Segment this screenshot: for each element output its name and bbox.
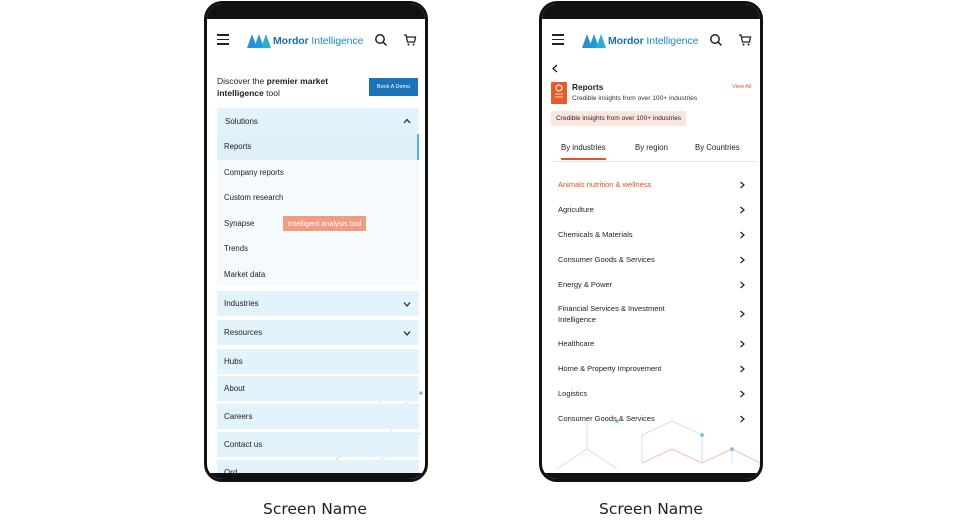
chevron-right-icon bbox=[740, 181, 745, 188]
solutions-panel: Solutions Reports Company reports Custom… bbox=[217, 108, 419, 286]
menu-hubs[interactable]: Hubs bbox=[217, 349, 419, 374]
logo-mark-icon bbox=[582, 34, 606, 48]
industry-label: Energy & Power bbox=[558, 280, 613, 289]
industry-label: Healthcare bbox=[558, 339, 595, 348]
industry-list: Animals nutrition & wellness Agriculture… bbox=[558, 172, 746, 431]
synapse-tooltip: Intelligent analysis tool bbox=[283, 215, 367, 231]
industry-label: Consumer Goods & Services bbox=[558, 414, 655, 423]
solutions-label: Solutions bbox=[225, 116, 258, 126]
book-demo-button[interactable]: Book A Demo bbox=[369, 78, 418, 96]
solutions-header[interactable]: Solutions bbox=[217, 108, 419, 134]
credible-insights-badge: Credible insights from over 100+ industr… bbox=[551, 111, 687, 126]
synapse-label: Synapse bbox=[224, 218, 255, 228]
industry-item[interactable]: Healthcare bbox=[558, 331, 746, 356]
menu-about[interactable]: About bbox=[217, 376, 419, 401]
caption-right-screen: Screen Name bbox=[599, 500, 703, 518]
solutions-item-market-data[interactable]: Market data bbox=[217, 262, 419, 288]
search-icon[interactable] bbox=[709, 33, 723, 47]
chevron-down-icon bbox=[403, 301, 411, 307]
industry-item[interactable]: Animals nutrition & wellness bbox=[558, 172, 746, 197]
tab-by-industries[interactable]: By industries bbox=[561, 143, 606, 160]
app-header: Mordor Intelligence bbox=[207, 28, 425, 54]
report-tabs: By industries By region By Countries bbox=[551, 140, 757, 162]
chevron-right-icon bbox=[740, 415, 745, 422]
chevron-down-icon bbox=[403, 330, 411, 336]
brand-name: Mordor Intelligence bbox=[273, 35, 364, 47]
industry-label: Financial Services & Investment Intellig… bbox=[558, 304, 665, 324]
chevron-right-icon bbox=[740, 390, 745, 397]
solutions-item-reports[interactable]: Reports bbox=[217, 134, 419, 160]
industry-label: Chemicals & Materials bbox=[558, 230, 633, 239]
tab-by-region[interactable]: By region bbox=[635, 143, 668, 152]
brand-logo[interactable]: Mordor Intelligence bbox=[582, 32, 698, 50]
industry-item[interactable]: Logistics bbox=[558, 381, 746, 406]
chevron-right-icon bbox=[740, 281, 745, 288]
solutions-item-company-reports[interactable]: Company reports bbox=[217, 160, 419, 186]
search-icon[interactable] bbox=[374, 33, 388, 47]
status-bar bbox=[207, 4, 425, 19]
industry-item[interactable]: Financial Services & Investment Intellig… bbox=[558, 297, 746, 331]
menu-industries-label: Industries bbox=[224, 299, 259, 308]
home-indicator-bar bbox=[542, 473, 760, 479]
tab-by-countries[interactable]: By Countries bbox=[695, 143, 740, 152]
logo-mark-icon bbox=[247, 34, 271, 48]
discover-text: Discover the premier market intelligence… bbox=[217, 76, 329, 98]
cart-icon[interactable] bbox=[403, 33, 417, 47]
industry-item[interactable]: Consumer Goods & Services bbox=[558, 406, 746, 431]
chevron-up-icon bbox=[403, 118, 411, 124]
industry-item[interactable]: Energy & Power bbox=[558, 272, 746, 297]
cart-icon[interactable] bbox=[738, 33, 752, 47]
solutions-item-custom-research[interactable]: Custom research bbox=[217, 185, 419, 211]
home-indicator-bar bbox=[207, 473, 425, 479]
app-header: Mordor Intelligence bbox=[542, 28, 760, 54]
back-arrow-icon[interactable] bbox=[551, 64, 559, 73]
menu-careers[interactable]: Careers bbox=[217, 404, 419, 429]
chevron-right-icon bbox=[740, 340, 745, 347]
chevron-right-icon bbox=[740, 256, 745, 263]
industry-label: Home & Property Improvement bbox=[558, 364, 662, 373]
chevron-right-icon bbox=[740, 310, 745, 318]
reports-book-icon bbox=[551, 82, 567, 104]
industry-label: Agriculture bbox=[558, 205, 594, 214]
caption-left-screen: Screen Name bbox=[263, 500, 367, 518]
industry-label: Consumer Goods & Services bbox=[558, 255, 655, 264]
industry-item[interactable]: Chemicals & Materials bbox=[558, 222, 746, 247]
chevron-right-icon bbox=[740, 365, 745, 372]
hamburger-menu-icon[interactable] bbox=[552, 34, 564, 45]
industry-item[interactable]: Agriculture bbox=[558, 197, 746, 222]
menu-resources-label: Resources bbox=[224, 328, 263, 337]
phone-screen-menu: Mordor Intelligence Discover the premier… bbox=[204, 1, 428, 482]
industry-item[interactable]: Home & Property Improvement bbox=[558, 356, 746, 381]
chevron-right-icon bbox=[740, 231, 745, 238]
brand-logo[interactable]: Mordor Intelligence bbox=[247, 32, 363, 50]
brand-name: Mordor Intelligence bbox=[608, 35, 699, 47]
reports-title: Reports bbox=[572, 82, 604, 92]
industry-label: Logistics bbox=[558, 389, 588, 398]
solutions-item-synapse[interactable]: Synapse Intelligent analysis tool bbox=[217, 211, 419, 237]
menu-contact-us[interactable]: Contact us bbox=[217, 432, 419, 457]
industry-item[interactable]: Consumer Goods & Services bbox=[558, 247, 746, 272]
solutions-item-trends[interactable]: Trends bbox=[217, 236, 419, 262]
hamburger-menu-icon[interactable] bbox=[217, 34, 229, 45]
status-bar bbox=[542, 4, 760, 19]
reports-subtitle: Credible insights from over 100+ industr… bbox=[572, 95, 698, 102]
chevron-right-icon bbox=[740, 206, 745, 213]
view-all-link[interactable]: View All bbox=[732, 84, 752, 90]
industry-label: Animals nutrition & wellness bbox=[558, 180, 652, 189]
phone-screen-reports: Mordor Intelligence Reports Credible ins… bbox=[539, 1, 763, 482]
menu-resources[interactable]: Resources bbox=[217, 320, 419, 345]
menu-industries[interactable]: Industries bbox=[217, 291, 419, 316]
